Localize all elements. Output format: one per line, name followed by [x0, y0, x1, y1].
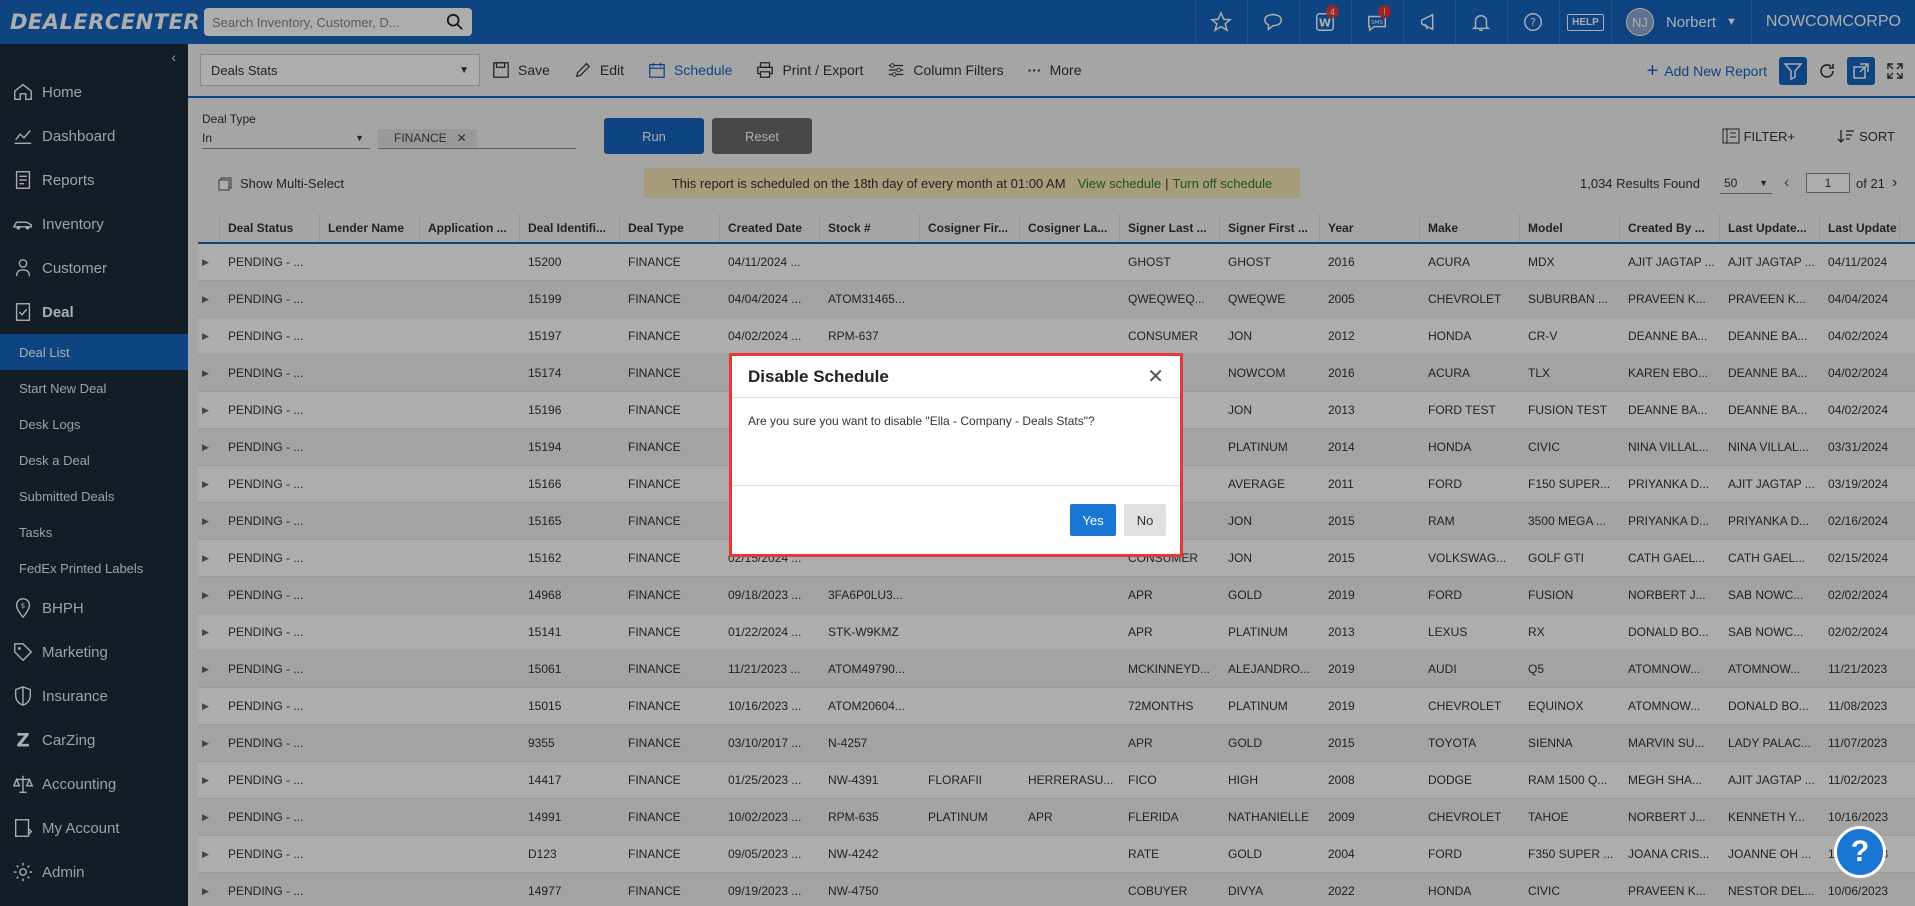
no-button[interactable]: No [1124, 504, 1166, 536]
dialog-header: Disable Schedule ✕ [732, 356, 1180, 398]
dialog-footer: Yes No [732, 486, 1180, 554]
close-icon[interactable]: ✕ [1147, 364, 1164, 389]
dialog-title: Disable Schedule [748, 366, 889, 386]
yes-button[interactable]: Yes [1070, 504, 1116, 536]
dialog-message: Are you sure you want to disable "Ella -… [732, 398, 1180, 486]
disable-schedule-dialog: Disable Schedule ✕ Are you sure you want… [729, 353, 1183, 557]
help-fab-button[interactable]: ? [1834, 826, 1886, 878]
